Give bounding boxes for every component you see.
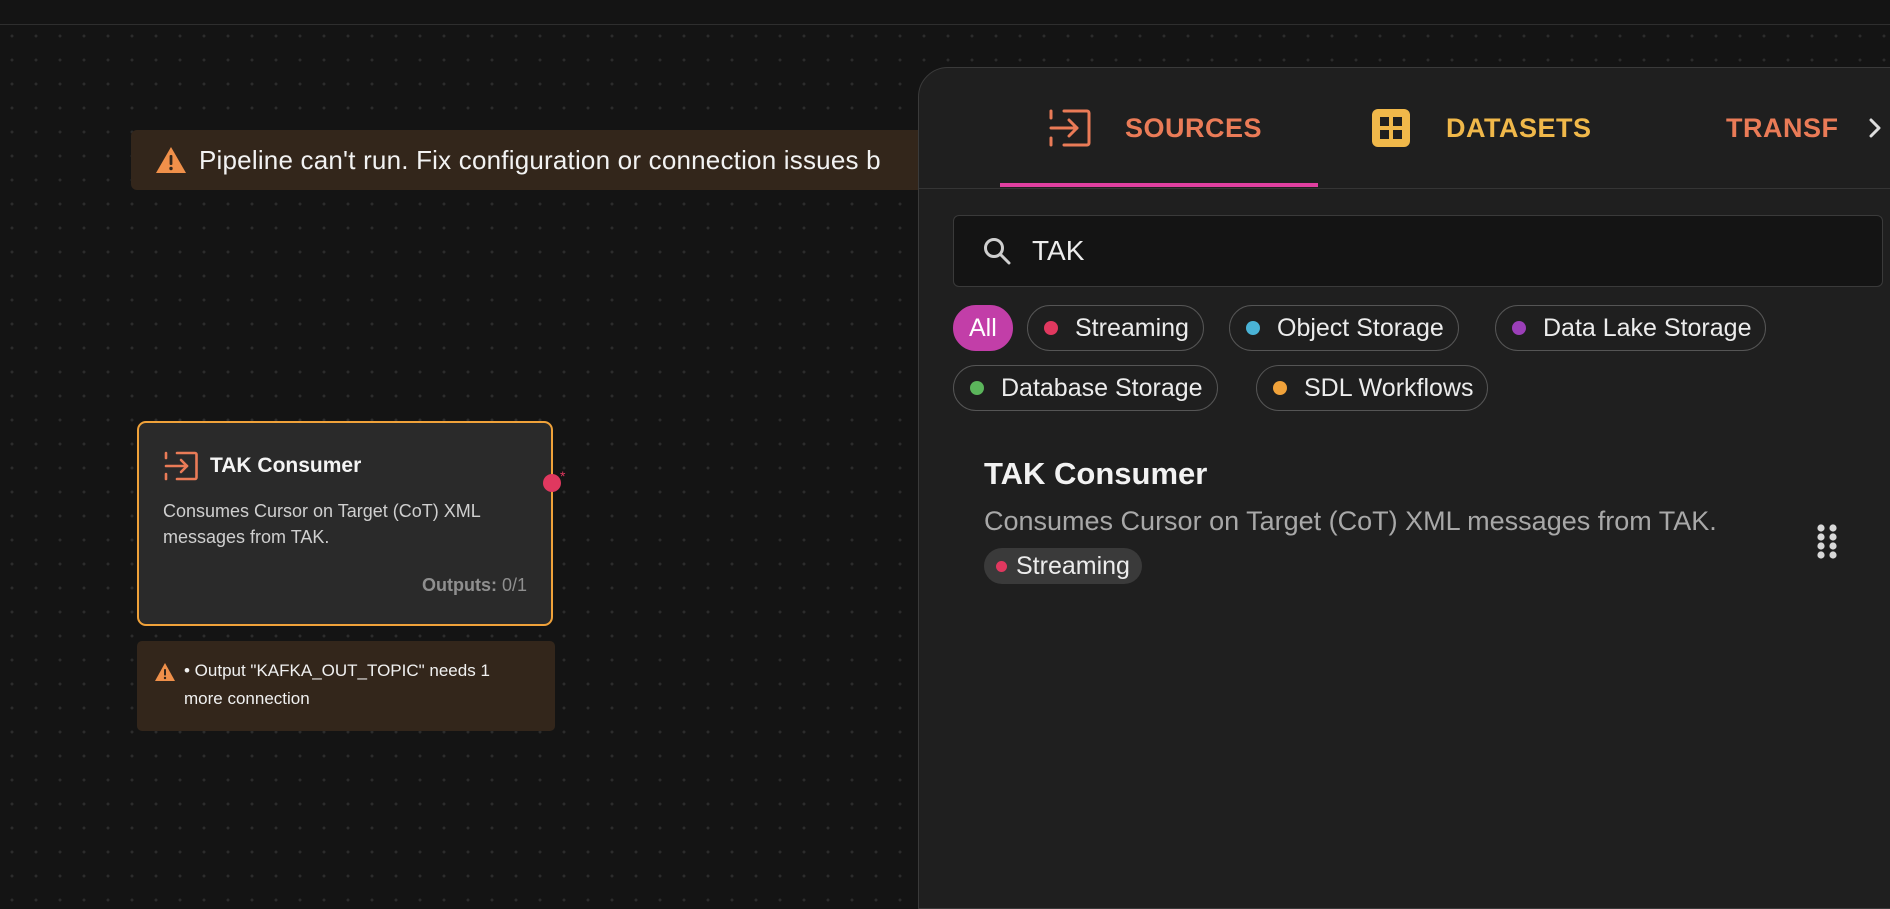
top-bar bbox=[0, 0, 1890, 25]
source-input-icon bbox=[1049, 109, 1091, 147]
status-dot bbox=[1273, 381, 1287, 395]
tab-label: DATASETS bbox=[1446, 112, 1592, 143]
node-description: Consumes Cursor on Target (CoT) XML mess… bbox=[163, 501, 481, 547]
component-library-panel: SOURCES DATASETS TRANSFORMS bbox=[918, 67, 1890, 909]
filter-chip-database-storage[interactable]: Database Storage bbox=[953, 365, 1218, 411]
result-title: TAK Consumer bbox=[984, 456, 1208, 491]
outputs-label: Outputs: bbox=[421, 575, 497, 595]
warning-icon bbox=[155, 663, 175, 681]
warning-icon bbox=[156, 147, 186, 173]
tab-label: TRANSFORMS bbox=[1726, 112, 1837, 143]
node-outputs: Outputs: 0/1 bbox=[422, 575, 527, 596]
chip-label: Data Lake Storage bbox=[1543, 313, 1752, 342]
outputs-value: 0/1 bbox=[501, 575, 527, 595]
result-item[interactable]: TAK Consumer Consumes Cursor on Target (… bbox=[984, 456, 1824, 584]
banner-text: Pipeline can't run. Fix configuration or… bbox=[199, 144, 881, 175]
result-tag: Streaming bbox=[984, 548, 1142, 584]
chip-label: Object Storage bbox=[1277, 313, 1444, 342]
category-tabs: SOURCES DATASETS TRANSFORMS bbox=[919, 68, 1890, 189]
status-dot bbox=[1044, 321, 1058, 335]
tab-datasets[interactable]: DATASETS bbox=[1369, 68, 1592, 188]
active-tab-indicator bbox=[1000, 183, 1318, 187]
chip-label: SDL Workflows bbox=[1304, 373, 1474, 402]
node-warning-text: • Output "KAFKA_OUT_TOPIC" needs 1 more … bbox=[184, 661, 490, 708]
chip-label: Database Storage bbox=[1001, 373, 1203, 402]
search-input[interactable]: TAK bbox=[1032, 235, 1084, 267]
tab-sources[interactable]: SOURCES bbox=[1048, 68, 1262, 188]
filter-chip-sdl-workflows[interactable]: SDL Workflows bbox=[1256, 365, 1489, 411]
search-icon bbox=[984, 238, 1011, 265]
result-description: Consumes Cursor on Target (CoT) XML mess… bbox=[984, 506, 1717, 536]
pipeline-node-tak-consumer[interactable]: TAK Consumer Consumes Cursor on Target (… bbox=[137, 421, 553, 626]
filter-chip-streaming[interactable]: Streaming bbox=[1027, 305, 1204, 351]
chip-label: All bbox=[969, 313, 997, 342]
filter-chip-all[interactable]: All bbox=[953, 305, 1013, 351]
filter-chip-object-storage[interactable]: Object Storage bbox=[1229, 305, 1459, 351]
node-title: TAK Consumer bbox=[210, 454, 362, 477]
source-input-icon bbox=[164, 451, 198, 481]
tab-label: SOURCES bbox=[1125, 112, 1263, 143]
node-header: TAK Consumer bbox=[163, 450, 361, 482]
status-dot bbox=[1246, 321, 1260, 335]
chip-label: Streaming bbox=[1075, 313, 1189, 342]
status-dot bbox=[996, 560, 1007, 572]
output-port[interactable] bbox=[543, 474, 561, 492]
status-dot bbox=[1512, 321, 1526, 335]
search-field[interactable]: TAK bbox=[953, 215, 1883, 287]
pipeline-warning-banner: Pipeline can't run. Fix configuration or… bbox=[131, 130, 931, 190]
result-tag-label: Streaming bbox=[1016, 551, 1130, 580]
filter-chip-data-lake-storage[interactable]: Data Lake Storage bbox=[1495, 305, 1767, 351]
required-marker: * bbox=[560, 468, 566, 484]
tab-transforms[interactable]: TRANSFORMS bbox=[1693, 68, 1837, 188]
status-dot bbox=[970, 381, 984, 395]
node-warning: • Output "KAFKA_OUT_TOPIC" needs 1 more … bbox=[137, 641, 555, 731]
grid-icon bbox=[1372, 109, 1410, 147]
drag-handle-icon[interactable] bbox=[1816, 523, 1838, 559]
chevron-right-icon[interactable] bbox=[1863, 112, 1887, 144]
